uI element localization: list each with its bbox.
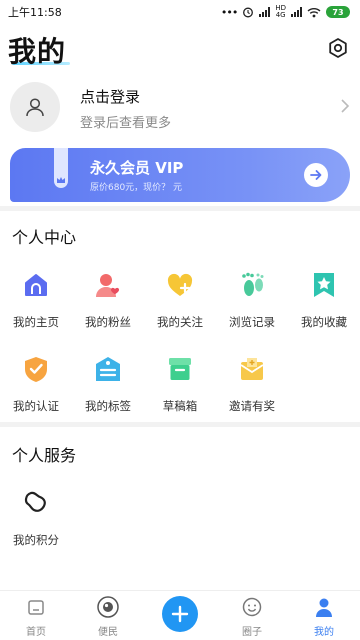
section-title-personal-service: 个人服务: [12, 446, 77, 465]
nav-item-circle[interactable]: 圈子: [222, 595, 282, 639]
network-type: HD 4G: [275, 4, 286, 19]
alarm-icon: [243, 7, 254, 18]
create-post-button[interactable]: [162, 596, 198, 632]
grid-item-my-favorites[interactable]: 我的收藏: [292, 266, 356, 336]
grid-item-drafts[interactable]: 草稿箱: [148, 350, 212, 420]
home-icon: [21, 270, 51, 300]
more-dots-icon: •••: [220, 5, 238, 19]
grid-item-my-verification[interactable]: 我的认证: [4, 350, 68, 420]
arrow-right-icon: [310, 170, 322, 180]
vip-price: 原价680元，现价？ 元: [90, 183, 183, 193]
page-title: 我的: [8, 35, 67, 68]
section-divider: [0, 206, 360, 211]
nav-item-mine[interactable]: 我的: [294, 595, 354, 639]
vip-crown-tag: [54, 148, 68, 188]
status-time: 上午11:58: [8, 6, 62, 19]
nav-item-home[interactable]: 首页: [6, 595, 66, 639]
login-row[interactable]: 点击登录 登录后查看更多: [0, 78, 360, 140]
login-title: 点击登录: [80, 88, 141, 106]
status-bar: 上午11:58 ••• HD 4G 73: [0, 0, 360, 24]
section-title-personal-center: 个人中心: [12, 228, 77, 247]
drafts-box-icon: [165, 354, 195, 384]
section-divider: [0, 422, 360, 427]
battery-indicator: 73: [326, 6, 350, 18]
header: 我的: [0, 28, 360, 68]
signal-icon: [259, 7, 271, 17]
star-bookmark-icon: [309, 270, 339, 300]
home-outline-icon: [24, 595, 48, 619]
grid-item-my-points[interactable]: 我的积分: [4, 484, 68, 554]
vip-title: 永久会员 VIP: [90, 159, 184, 177]
grid-item-my-tags[interactable]: 我的标签: [76, 350, 140, 420]
grid-item-invite-rewards[interactable]: 邀请有奖: [220, 350, 284, 420]
nav-item-convenience[interactable]: 便民: [78, 595, 138, 639]
user-icon: [312, 595, 336, 619]
user-placeholder-icon: [26, 98, 44, 117]
vip-arrow-button[interactable]: [304, 163, 328, 187]
grid-item-browse-history[interactable]: 浏览记录: [220, 266, 284, 336]
points-bean-icon: [21, 488, 51, 518]
signal-icon-2: [291, 7, 302, 17]
convenience-icon: [96, 595, 120, 619]
settings-button[interactable]: [326, 36, 350, 60]
grid-item-my-follows[interactable]: 我的关注: [148, 266, 212, 336]
shield-check-icon: [21, 354, 51, 384]
grid-item-my-homepage[interactable]: 我的主页: [4, 266, 68, 336]
plus-icon: [171, 605, 189, 623]
vip-banner[interactable]: 永久会员 VIP 原价680元，现价？ 元: [10, 148, 350, 202]
invite-envelope-icon: [237, 354, 267, 384]
footprint-icon: [237, 270, 267, 300]
gear-icon: [329, 38, 347, 58]
chevron-right-icon: [341, 99, 350, 113]
grid-item-my-fans[interactable]: 我的粉丝: [76, 266, 140, 336]
circle-smile-icon: [240, 595, 264, 619]
tag-icon: [93, 354, 123, 384]
login-subtitle: 登录后查看更多: [80, 116, 172, 131]
wifi-icon: [307, 7, 321, 17]
status-icons: ••• HD 4G 73: [221, 5, 350, 19]
fans-icon: [93, 270, 123, 300]
heart-plus-icon: [165, 270, 195, 300]
crown-icon: [57, 177, 65, 183]
avatar[interactable]: [10, 82, 60, 132]
